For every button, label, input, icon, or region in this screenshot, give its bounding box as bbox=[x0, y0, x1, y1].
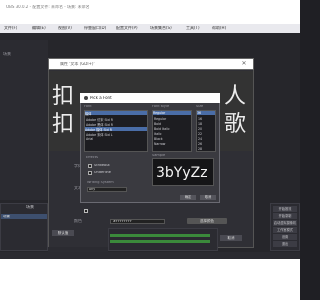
style-column-label: Font style bbox=[152, 105, 170, 108]
properties-title: 属性 '文本 (GDI+)' bbox=[60, 62, 95, 66]
font-column-label: Font bbox=[84, 105, 92, 108]
menu-scene-collection[interactable]: 场景集合(S) bbox=[150, 26, 172, 30]
font-field[interactable]: 楷体 bbox=[85, 111, 147, 116]
select-color-button[interactable]: 选择颜色 bbox=[187, 218, 227, 224]
underline-label: Underline bbox=[94, 171, 111, 174]
writing-system-label: Writing System bbox=[87, 181, 114, 184]
sample-text: 3bYyZz bbox=[156, 166, 208, 180]
sample-label: Sample bbox=[152, 154, 166, 157]
list-item[interactable]: Bold Italic bbox=[154, 127, 170, 131]
scene-item-label: 场景 bbox=[3, 215, 10, 218]
size-column-label: Size bbox=[196, 105, 204, 108]
pick-font-title: Pick a Font bbox=[90, 96, 112, 100]
obs-window-title: OBS 30.0.2 - 配置文件: 未命名 - 场景: 未命名 bbox=[6, 5, 90, 9]
color-label: 颜色 bbox=[74, 219, 82, 223]
defaults-button[interactable]: 默认值 bbox=[52, 230, 74, 236]
list-item[interactable]: Regular bbox=[154, 117, 166, 121]
audio-meter bbox=[110, 240, 210, 243]
start-streaming-button[interactable]: 开始推流 bbox=[273, 206, 297, 212]
list-item[interactable]: Narrow bbox=[154, 142, 165, 146]
desktop-background bbox=[0, 259, 300, 300]
preview-char: 扣 bbox=[52, 84, 75, 109]
list-item[interactable]: 18 bbox=[198, 122, 202, 126]
close-icon[interactable]: ✕ bbox=[238, 60, 250, 68]
writing-system-select[interactable]: Any bbox=[87, 187, 127, 192]
list-item[interactable]: Italic bbox=[154, 132, 162, 136]
list-item[interactable]: Adobe 楷体 Std R bbox=[85, 127, 147, 132]
settings-button[interactable]: 设置 bbox=[273, 234, 297, 240]
studio-mode-button[interactable]: 工作室模式 bbox=[273, 227, 297, 233]
list-item[interactable]: 16 bbox=[198, 117, 202, 121]
obs-title-bar bbox=[0, 0, 300, 24]
scenes-dock-title: 场景 bbox=[26, 205, 34, 209]
app-icon bbox=[84, 96, 88, 100]
list-item[interactable]: 20 bbox=[198, 127, 202, 131]
strikeout-label: Strikeout bbox=[94, 164, 110, 167]
color-value-field[interactable]: #FFFFFFFF bbox=[110, 219, 165, 224]
menu-docks[interactable]: 停靠窗口(D) bbox=[84, 26, 106, 30]
effects-label: Effects bbox=[86, 156, 98, 159]
list-item[interactable]: Black bbox=[154, 137, 163, 141]
list-item[interactable]: Bold bbox=[154, 122, 161, 126]
list-item[interactable]: 24 bbox=[198, 137, 202, 141]
menu-view[interactable]: 视图(V) bbox=[58, 26, 72, 30]
scenes-dock bbox=[0, 203, 48, 251]
menu-help[interactable]: 帮助(H) bbox=[212, 26, 226, 30]
underline-checkbox[interactable] bbox=[88, 171, 92, 175]
preview-char: 歌 bbox=[224, 112, 247, 137]
list-item[interactable]: 28 bbox=[198, 147, 202, 151]
font-cancel-button[interactable]: 取消 bbox=[200, 195, 216, 200]
size-field[interactable]: 36 bbox=[197, 111, 215, 115]
list-item[interactable]: Arial bbox=[86, 137, 93, 141]
exit-button[interactable]: 退出 bbox=[273, 241, 297, 247]
menu-profile[interactable]: 配置文件(P) bbox=[116, 26, 138, 30]
start-recording-button[interactable]: 开始录制 bbox=[273, 213, 297, 219]
style-field[interactable]: Regular bbox=[153, 111, 191, 115]
left-panel bbox=[0, 40, 48, 200]
list-item[interactable]: 22 bbox=[198, 132, 202, 136]
properties-cancel-button[interactable]: 取消 bbox=[220, 235, 242, 241]
status-bar bbox=[0, 252, 300, 259]
virtual-camera-button[interactable]: 启动虚拟摄像机 bbox=[273, 220, 297, 226]
preview-char: 扣 bbox=[52, 112, 75, 137]
property-checkbox[interactable] bbox=[84, 209, 88, 213]
audio-meter bbox=[110, 234, 210, 237]
menu-file[interactable]: 文件(F) bbox=[4, 26, 17, 30]
list-item[interactable]: 26 bbox=[198, 142, 202, 146]
menu-tools[interactable]: 工具(T) bbox=[186, 26, 200, 30]
preview-char: 人 bbox=[224, 84, 247, 109]
left-panel-label: 场景 bbox=[3, 52, 11, 56]
strikeout-checkbox[interactable] bbox=[88, 164, 92, 168]
menu-edit[interactable]: 编辑(E) bbox=[32, 26, 46, 30]
font-ok-button[interactable]: 确定 bbox=[180, 195, 196, 200]
